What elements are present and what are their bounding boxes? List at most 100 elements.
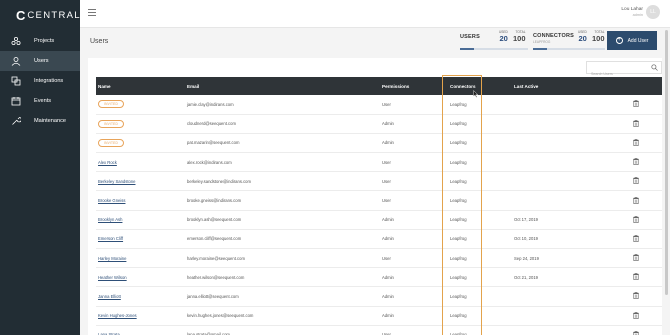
column-header-permissions[interactable]: Permissions [380, 77, 448, 95]
user-name-link[interactable]: Harley Moraine [98, 256, 126, 261]
trash-icon[interactable] [633, 311, 639, 319]
permission-cell: Admin [382, 274, 394, 280]
actions-cell [633, 153, 662, 172]
user-role: admin [632, 13, 643, 17]
connector-cell: Leapfrog [450, 217, 467, 223]
user-name-cell[interactable]: Brooke Gneiss [96, 191, 185, 210]
email-cell: cloudnerd@seequent.com [187, 121, 236, 127]
user-name-cell[interactable]: Janna Elliott [96, 287, 185, 306]
user-name-link[interactable]: Heather Wilson [98, 275, 127, 280]
user-name-link[interactable]: Brooke Gneiss [98, 198, 125, 203]
users-total-value: 100 [513, 34, 526, 43]
users-card: Name Email Permissions Connectors Last A… [88, 58, 662, 335]
user-name-link[interactable]: Janna Elliott [98, 294, 121, 299]
permission-cell: Admin [382, 313, 394, 319]
sidebar-item-events[interactable]: Events [0, 91, 80, 111]
permission-cell: User [382, 101, 391, 107]
avatar[interactable]: LL [646, 5, 660, 19]
trash-icon[interactable] [633, 234, 639, 242]
trash-icon[interactable] [633, 158, 639, 166]
top-bar: Lou Lahar admin LL [80, 0, 670, 28]
plus-icon: + [615, 37, 623, 44]
sidebar-nav: Projects Users Integrations Events Maint… [0, 31, 80, 131]
table-row: Janna Elliott janna.elliott@seequent.com A… [96, 287, 662, 307]
connector-cell: Leapfrog [450, 293, 467, 299]
logo-mark: C [16, 7, 26, 23]
table-row: INVITED pat.mazarin@seequent.com Admin Leap… [96, 133, 662, 153]
user-name-cell[interactable]: Kevin Hughes-Jones [96, 306, 185, 325]
trash-icon[interactable] [633, 119, 639, 127]
last-active-cell: Oct 17, 2019 [514, 217, 538, 223]
user-name-cell[interactable]: Emerson Cliff [96, 229, 185, 248]
trash-icon[interactable] [633, 273, 639, 281]
permission-cell: User [382, 255, 391, 261]
hamburger-menu-icon[interactable] [88, 9, 96, 16]
column-header-connectors[interactable]: Connectors [448, 77, 512, 95]
connectors-usage-bar [533, 48, 605, 50]
table-row: Lana Strata lana.strata@gmail.com User Leap… [96, 325, 662, 335]
trash-icon[interactable] [633, 254, 639, 261]
sidebar-item-projects[interactable]: Projects [0, 31, 80, 51]
users-used: USED 20 [499, 30, 508, 43]
table-body: INVITED jamie.clay@indirans.com User Leapfr… [96, 95, 662, 335]
users-stat: USERS [460, 31, 480, 40]
invited-badge: INVITED [98, 119, 124, 128]
trash-icon[interactable] [633, 138, 639, 146]
trash-icon[interactable] [633, 100, 639, 108]
connectors-stat-title: CONNECTORS [533, 33, 575, 39]
user-name-cell: INVITED [96, 114, 185, 133]
actions-cell [633, 306, 662, 325]
trash-icon[interactable] [633, 215, 639, 223]
last-active-cell [512, 95, 633, 114]
scrollbar[interactable] [665, 30, 668, 295]
last-active-cell [512, 191, 633, 210]
users-table: Name Email Permissions Connectors Last A… [96, 77, 662, 335]
user-name-link[interactable]: Brooklyn Ash [98, 217, 122, 222]
connectors-stat-sub: LEAPFROG [533, 40, 551, 44]
email-cell: brooke.gneiss@indirans.com [187, 198, 242, 204]
projects-icon [11, 36, 21, 46]
user-name-cell[interactable]: Berkeley Sandstone [96, 172, 185, 191]
column-header-name[interactable]: Name [96, 77, 185, 95]
users-icon [11, 56, 21, 66]
column-header-last-active[interactable]: Last Active [512, 77, 633, 95]
sidebar-item-label: Projects [34, 38, 55, 44]
last-active-cell [512, 133, 633, 152]
permission-cell: User [382, 178, 391, 184]
user-name-link[interactable]: Emerson Cliff [98, 236, 123, 241]
user-name-cell[interactable]: Harley Moraine [96, 249, 185, 268]
sidebar-item-maintenance[interactable]: Maintenance [0, 111, 80, 131]
user-name-cell[interactable]: Alex Rock [96, 153, 185, 172]
trash-icon[interactable] [633, 177, 639, 185]
last-active-cell [512, 172, 633, 191]
column-header-email[interactable]: Email [185, 77, 380, 95]
add-user-button[interactable]: + Add User [607, 31, 657, 50]
connector-cell: Leapfrog [450, 198, 467, 204]
user-name-cell[interactable]: Lana Strata [96, 325, 185, 335]
user-name-link[interactable]: Berkeley Sandstone [98, 179, 135, 184]
user-name-link[interactable]: Alex Rock [98, 160, 117, 165]
connector-cell: Leapfrog [450, 178, 467, 184]
search-icon[interactable] [651, 64, 658, 71]
connectors-stat: CONNECTORS LEAPFROG [533, 31, 574, 44]
trash-icon[interactable] [633, 330, 639, 335]
table-row: INVITED cloudnerd@seequent.com Admin Leapfr… [96, 114, 662, 134]
users-usage-fill [460, 48, 474, 50]
user-name-link[interactable]: Kevin Hughes-Jones [98, 313, 137, 318]
invited-badge: INVITED [98, 100, 124, 109]
sidebar-item-integrations[interactable]: Integrations [0, 71, 80, 91]
calendar-icon [11, 96, 21, 106]
actions-cell [633, 172, 662, 191]
user-name-cell[interactable]: Heather Wilson [96, 268, 185, 287]
user-name-cell[interactable]: Brooklyn Ash [96, 210, 185, 229]
actions-cell [633, 95, 662, 114]
sidebar-item-users[interactable]: Users [0, 51, 80, 71]
table-row: Brooklyn Ash brooklyn.ash@seequent.com Adm… [96, 210, 662, 230]
logo[interactable]: C CENTRAL [0, 0, 80, 30]
trash-icon[interactable] [633, 196, 639, 204]
table-row: Brooke Gneiss brooke.gneiss@indirans.com U… [96, 191, 662, 211]
user-menu[interactable]: Lou Lahar admin LL [621, 5, 660, 19]
trash-icon[interactable] [633, 292, 639, 300]
search-box[interactable] [586, 61, 662, 80]
connector-cell: Leapfrog [450, 313, 467, 319]
